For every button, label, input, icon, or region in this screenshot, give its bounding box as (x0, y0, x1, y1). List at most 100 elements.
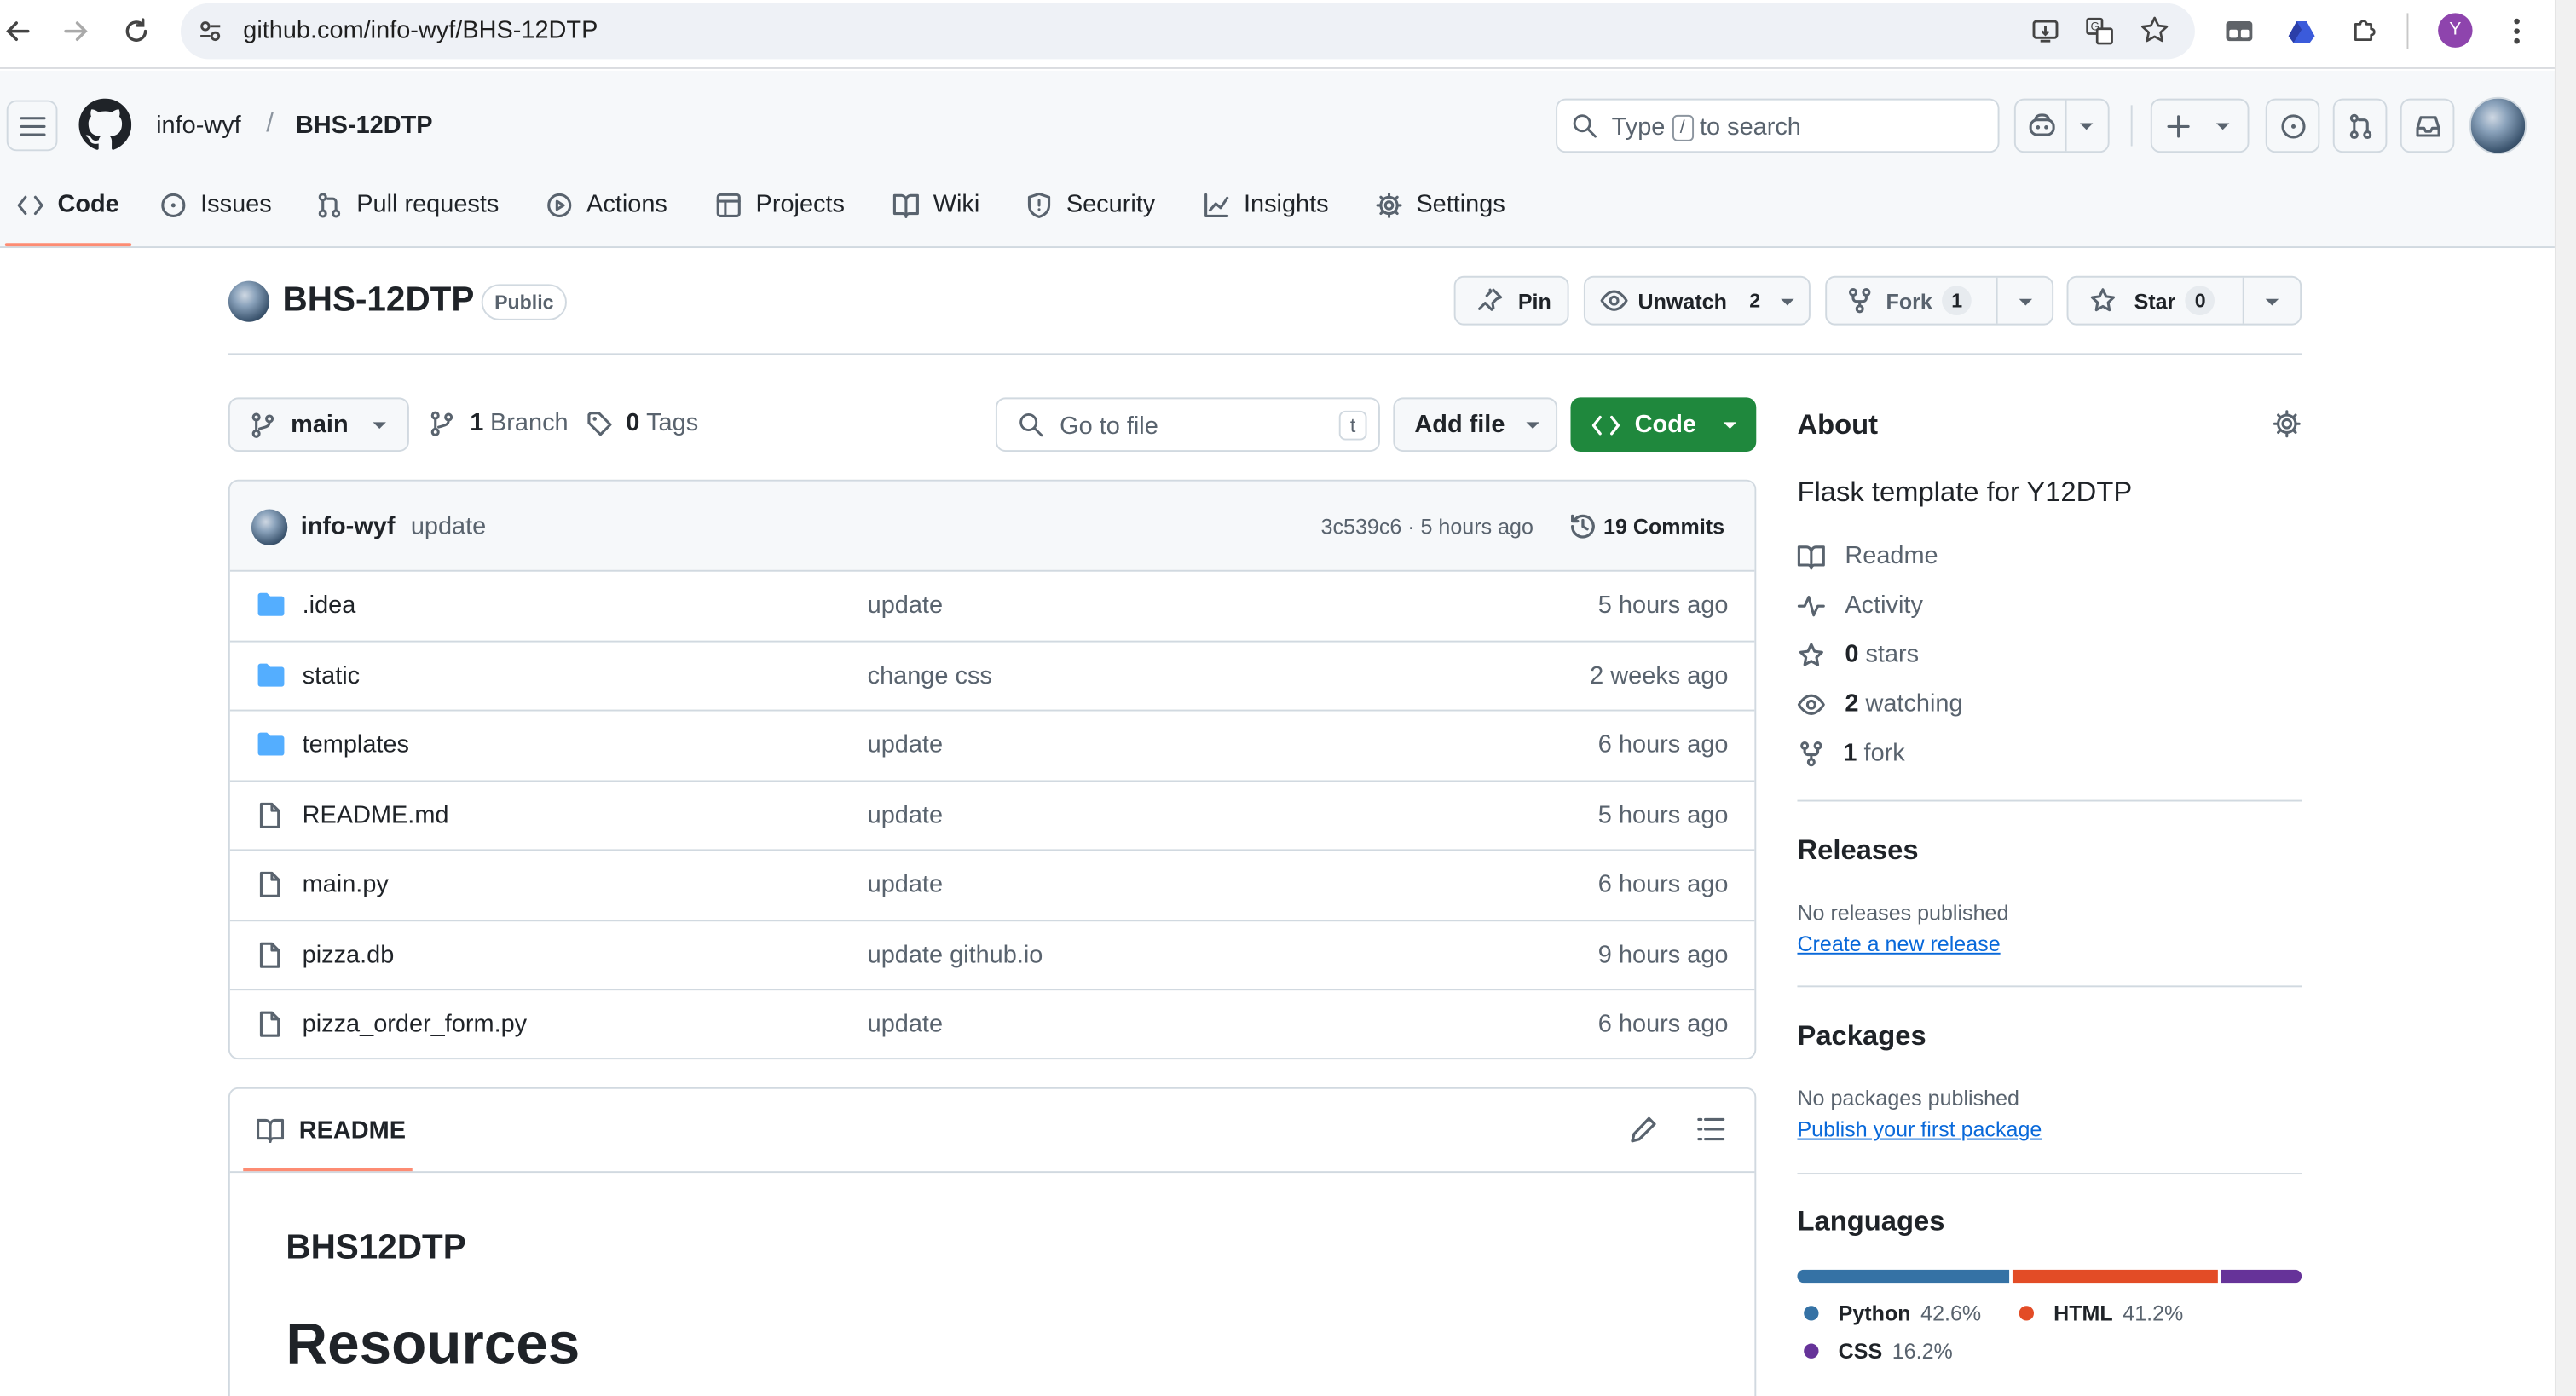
inbox-button[interactable] (2400, 98, 2455, 153)
issues-header-button[interactable] (2265, 98, 2320, 153)
search-shortcut-key: / (1672, 113, 1694, 141)
readme-tab[interactable]: README (299, 1117, 406, 1145)
translate-icon[interactable]: G (2085, 16, 2115, 46)
outline-list-icon[interactable] (1697, 1117, 1725, 1142)
about-activity-link[interactable]: Activity (1797, 591, 1923, 620)
tab-label: Actions (586, 190, 667, 219)
graph-icon (1203, 192, 1231, 218)
title-divider (228, 353, 2302, 355)
install-app-icon[interactable] (2030, 16, 2060, 46)
unwatch-button[interactable]: Unwatch 2 (1583, 275, 1811, 326)
language-item[interactable]: HTML 41.2% (2019, 1301, 2183, 1325)
tab-security[interactable]: Security (1025, 191, 1155, 218)
releases-heading[interactable]: Releases (1797, 834, 1918, 868)
file-commit-message[interactable]: update (868, 870, 943, 898)
tab-wiki[interactable]: Wiki (892, 191, 979, 218)
bookmark-star-icon[interactable] (2139, 14, 2170, 46)
caret-down-icon[interactable] (2078, 122, 2094, 132)
packages-empty-text: No packages published (1797, 1085, 2019, 1110)
repo-title[interactable]: BHS-12DTP (282, 281, 474, 320)
page-scrollbar[interactable] (2554, 0, 2576, 1396)
repo-link[interactable]: BHS-12DTP (296, 112, 433, 140)
caret-down-icon[interactable] (1779, 297, 1795, 308)
commit-message[interactable]: update (411, 512, 486, 540)
profile-avatar[interactable]: Y (2438, 13, 2473, 48)
file-name[interactable]: pizza.db (303, 940, 395, 968)
file-commit-message[interactable]: update (868, 801, 943, 829)
file-name[interactable]: main.py (303, 870, 389, 898)
extensions-icon[interactable] (2349, 14, 2381, 46)
packages-heading[interactable]: Packages (1797, 1020, 1926, 1053)
go-to-file-input[interactable]: Go to file t (995, 397, 1380, 453)
star-button[interactable]: Star 0 (2066, 275, 2302, 326)
browser-menu-icon[interactable] (2504, 14, 2530, 48)
pin-button[interactable]: Pin (1453, 275, 1569, 326)
folder-icon (257, 661, 286, 688)
eye-icon (1600, 289, 1628, 312)
caret-down-icon (372, 419, 388, 430)
commit-author[interactable]: info-wyf (301, 512, 396, 540)
commit-hash-time[interactable]: 3c539c6 · 5 hours ago (1321, 514, 1533, 539)
file-name[interactable]: README.md (303, 801, 449, 829)
tab-code[interactable]: Code (16, 191, 119, 218)
language-item[interactable]: Python 42.6% (1804, 1301, 1981, 1325)
menu-icon (20, 115, 46, 138)
incognito-icon[interactable] (2225, 16, 2255, 46)
caret-down-icon[interactable] (2018, 297, 2034, 308)
back-icon[interactable] (3, 16, 33, 46)
create-new-button[interactable] (2150, 98, 2250, 153)
tab-actions[interactable]: Actions (546, 190, 667, 219)
reload-icon[interactable] (122, 16, 152, 46)
about-readme-link[interactable]: Readme (1797, 542, 1938, 570)
file-commit-message[interactable]: update github.io (868, 940, 1043, 968)
branch-selector[interactable]: main (228, 397, 409, 453)
hamburger-menu-button[interactable] (6, 100, 58, 152)
tags-link[interactable]: 0 Tags (586, 409, 698, 437)
copilot-icon (2027, 113, 2057, 140)
fork-button[interactable]: Fork 1 (1825, 275, 2054, 326)
code-icon (16, 192, 44, 218)
file-name[interactable]: static (303, 661, 360, 689)
pull-requests-header-button[interactable] (2332, 98, 2388, 153)
search-input[interactable]: Type / to search (1556, 98, 2000, 153)
add-file-button[interactable]: Add file (1393, 397, 1558, 453)
user-avatar[interactable] (2469, 96, 2527, 155)
edit-pencil-icon[interactable] (1630, 1116, 1658, 1144)
file-commit-message[interactable]: change css (868, 661, 992, 689)
publish-package-link[interactable]: Publish your first package (1797, 1117, 2042, 1142)
file-name[interactable]: templates (303, 731, 409, 759)
site-settings-icon[interactable] (197, 18, 223, 44)
tab-settings[interactable]: Settings (1375, 191, 1505, 218)
github-logo-icon[interactable] (78, 98, 132, 152)
copilot-button[interactable] (2013, 98, 2110, 153)
language-item[interactable]: CSS 16.2% (1804, 1339, 1953, 1364)
forward-icon[interactable] (61, 16, 90, 46)
caret-down-icon[interactable] (2264, 297, 2280, 308)
branches-link[interactable]: 1 Branch (430, 409, 569, 437)
file-name[interactable]: .idea (303, 591, 356, 620)
about-stars-link[interactable]: 0 stars (1797, 641, 1919, 668)
table-icon (714, 192, 742, 218)
file-commit-message[interactable]: update (868, 591, 943, 620)
language-dot (1804, 1343, 1819, 1359)
play-icon (546, 192, 574, 218)
file-row: pizza_order_form.py update 6 hours ago (230, 990, 1755, 1058)
about-settings-gear-icon[interactable] (2272, 409, 2302, 439)
create-release-link[interactable]: Create a new release (1797, 932, 2000, 956)
file-table: info-wyf update 3c539c6 · 5 hours ago 19… (228, 479, 1757, 1060)
file-commit-message[interactable]: update (868, 1010, 943, 1038)
tab-insights[interactable]: Insights (1203, 191, 1329, 218)
about-forks-link[interactable]: 1 fork (1797, 739, 1905, 767)
tab-issues[interactable]: Issues (159, 191, 272, 218)
code-button[interactable]: Code (1570, 397, 1757, 453)
fork-count: 1 (1942, 286, 1972, 316)
file-commit-message[interactable]: update (868, 731, 943, 759)
file-name[interactable]: pizza_order_form.py (303, 1010, 528, 1038)
owner-link[interactable]: info-wyf (156, 112, 241, 140)
url-text[interactable]: github.com/info-wyf/BHS-12DTP (243, 16, 598, 44)
tab-pull-requests[interactable]: Pull requests (315, 191, 499, 218)
commits-link[interactable]: 19 Commits (1569, 512, 1724, 540)
tab-projects[interactable]: Projects (714, 191, 845, 218)
drive-extension-icon[interactable] (2287, 16, 2317, 46)
about-watching-link[interactable]: 2 watching (1797, 689, 1963, 718)
